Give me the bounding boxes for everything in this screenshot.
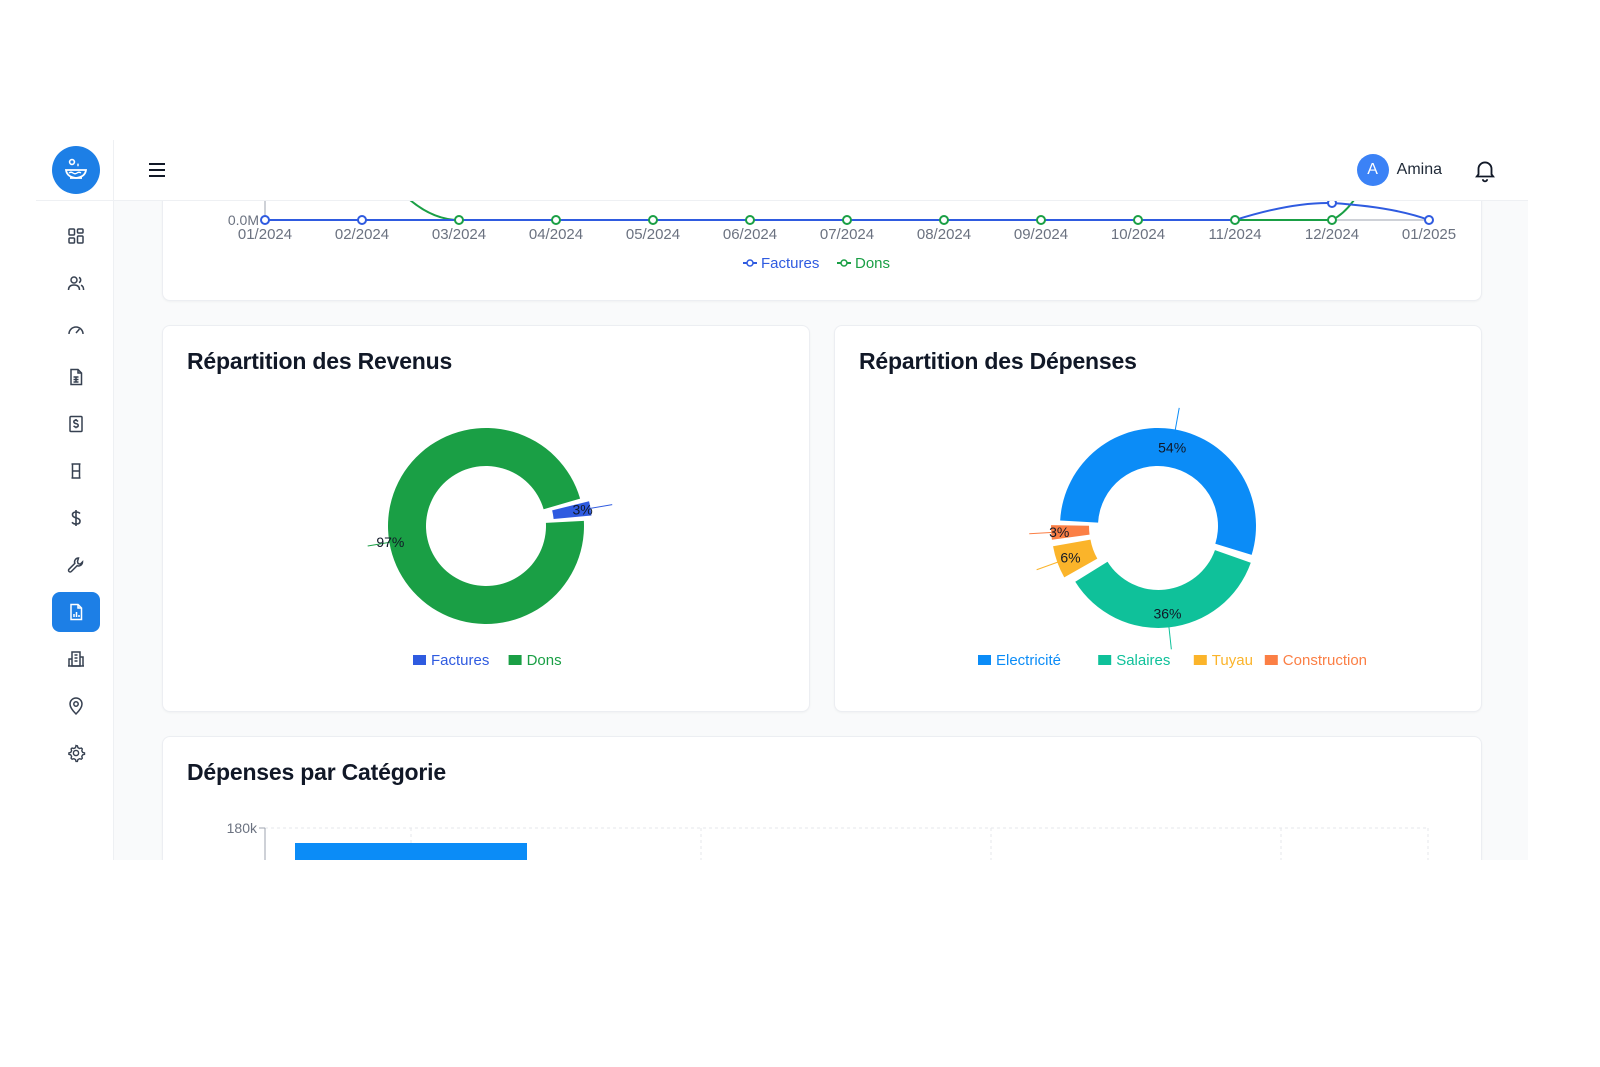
app-window: A Amina 0.0M 01/2024 02/2024 03/2024 04/2024… xyxy=(36,140,1528,860)
revenus-donut-chart: 3% 97% Factures Dons xyxy=(367,427,613,669)
legend-marker xyxy=(746,259,754,267)
x-tick-label: 05/2024 xyxy=(626,226,680,243)
x-tick-label: 01/2024 xyxy=(238,226,292,243)
legend-label: Tuyau xyxy=(1212,652,1253,669)
x-tick-label: 12/2024 xyxy=(1305,226,1359,243)
sidebar-item-finance[interactable] xyxy=(52,498,100,538)
dollar-icon xyxy=(71,510,81,526)
categorie-bar-chart: 180k xyxy=(227,820,1429,860)
legend-label: Construction xyxy=(1283,652,1367,669)
point-dons xyxy=(745,215,755,225)
bar xyxy=(295,843,527,860)
line-chart: 0.0M01/2024 02/2024 03/2024 04/2024 05/2024 0… xyxy=(228,201,1456,272)
report-icon xyxy=(70,603,83,621)
users-icon xyxy=(67,276,85,291)
map-pin-icon xyxy=(69,697,83,716)
sidebar-item-settings[interactable] xyxy=(52,733,100,773)
sidebar-item-dashboard[interactable] xyxy=(52,216,100,256)
invoice-icon xyxy=(70,368,83,386)
sidebar-item-invoices[interactable] xyxy=(52,357,100,397)
depenses-donut-chart: 54% 36% 6% 3% Electricité Salaires Tuyau Constr… xyxy=(978,407,1367,669)
sidebar-item-maintenance[interactable] xyxy=(52,545,100,585)
gauge-icon xyxy=(68,326,84,335)
user-menu[interactable]: A Amina xyxy=(1356,154,1442,186)
point-factures xyxy=(1424,215,1434,225)
legend-swatch xyxy=(413,655,426,665)
categorie-card: Dépenses par Catégorie 180k xyxy=(162,736,1482,860)
legend-label: Dons xyxy=(527,652,562,669)
logo[interactable] xyxy=(52,146,100,194)
point-dons xyxy=(1327,215,1337,225)
point-dons xyxy=(551,215,561,225)
legend-swatch xyxy=(978,655,991,665)
x-tick-label: 06/2024 xyxy=(723,226,777,243)
depenses-card: Répartition des Dépenses 54% 36% 6% 3% Elect… xyxy=(834,325,1482,712)
point-dons xyxy=(1133,215,1143,225)
dashboard-icon xyxy=(68,228,84,244)
point-factures xyxy=(1327,201,1337,208)
main-content: 0.0M 01/2024 02/2024 03/2024 04/2024 05/2024 0… xyxy=(114,201,1528,860)
legend-swatch xyxy=(1098,655,1112,665)
sidebar-divider xyxy=(36,200,114,201)
sidebar xyxy=(36,140,114,860)
x-tick-label: 08/2024 xyxy=(917,226,971,243)
point-factures xyxy=(260,215,270,225)
bell-icon[interactable] xyxy=(1472,157,1498,183)
x-tick-label: 04/2024 xyxy=(529,226,583,243)
building-icon xyxy=(68,651,84,667)
water-bowl-icon xyxy=(64,158,88,179)
sidebar-item-locations[interactable] xyxy=(52,686,100,726)
point-dons xyxy=(1036,215,1046,225)
point-factures xyxy=(357,215,367,225)
point-dons xyxy=(648,215,658,225)
x-tick-label: 07/2024 xyxy=(820,226,874,243)
y-tick-label: 180k xyxy=(227,820,258,836)
legend-label: Electricité xyxy=(996,652,1061,669)
dollar-receipt-icon xyxy=(69,415,83,433)
x-tick-label: 11/2024 xyxy=(1208,226,1261,243)
line-chart-card: 0.0M 01/2024 02/2024 03/2024 04/2024 05/2024 0… xyxy=(162,201,1482,301)
legend-marker xyxy=(840,259,848,267)
revenus-card: Répartition des Revenus 3% 97% Factures Don… xyxy=(162,325,810,712)
sidebar-item-buildings[interactable] xyxy=(52,639,100,679)
x-tick-label: 03/2024 xyxy=(432,226,486,243)
sidebar-item-gauge[interactable] xyxy=(52,310,100,350)
sidebar-item-tanks[interactable] xyxy=(52,451,100,491)
slice-label: 97% xyxy=(376,534,404,550)
wrench-icon xyxy=(67,557,84,573)
avatar: A xyxy=(1356,154,1389,186)
sidebar-item-users[interactable] xyxy=(52,263,100,303)
x-tick-label: 02/2024 xyxy=(335,226,389,243)
legend-label: Dons xyxy=(855,255,890,272)
x-tick-label: 10/2024 xyxy=(1111,226,1165,243)
legend-swatch xyxy=(1264,655,1278,665)
point-dons xyxy=(1230,215,1240,225)
legend-swatch xyxy=(508,655,522,665)
slice-dons xyxy=(388,427,584,624)
slice-label: 36% xyxy=(1153,605,1181,621)
slice-label: 3% xyxy=(1049,524,1069,540)
slice-label: 6% xyxy=(1060,550,1080,566)
x-tick-label: 01/2025 xyxy=(1402,226,1456,243)
point-dons xyxy=(939,215,949,225)
legend-label: Factures xyxy=(761,255,819,272)
point-dons xyxy=(842,215,852,225)
legend-label: Factures xyxy=(431,652,489,669)
slice-label: 3% xyxy=(573,502,593,518)
sidebar-item-reports[interactable] xyxy=(52,592,100,632)
settings-icon xyxy=(68,744,86,763)
point-dons xyxy=(454,215,464,225)
legend-swatch xyxy=(1193,655,1207,665)
series-line-dons xyxy=(409,201,1355,221)
x-tick-label: 09/2024 xyxy=(1014,226,1068,243)
username: Amina xyxy=(1396,161,1442,178)
tank-icon xyxy=(71,463,81,479)
legend-label: Salaires xyxy=(1116,652,1170,669)
menu-icon[interactable] xyxy=(146,159,168,181)
topbar: A Amina xyxy=(114,140,1528,201)
sidebar-item-payments[interactable] xyxy=(52,404,100,444)
slice-label: 54% xyxy=(1158,439,1186,455)
